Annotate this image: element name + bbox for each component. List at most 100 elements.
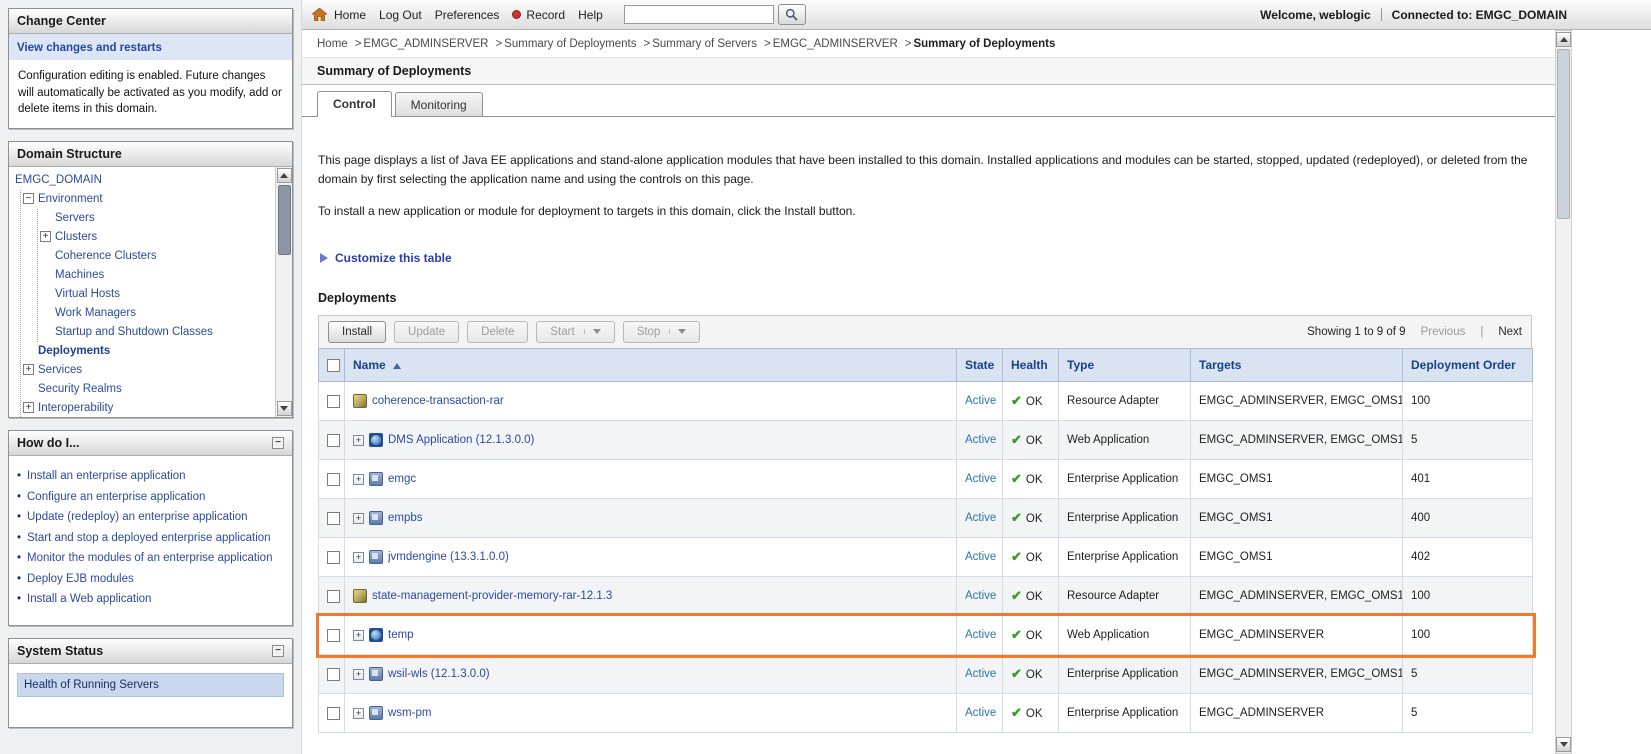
tab-control[interactable]: Control	[317, 91, 392, 117]
expand-arrow-icon[interactable]	[320, 252, 328, 263]
install-button[interactable]: Install	[328, 320, 387, 343]
topbar-link-record[interactable]: Record	[526, 8, 565, 22]
expand-row-icon[interactable]	[353, 668, 364, 680]
list-item: Install a Web application	[15, 592, 284, 608]
expand-row-icon[interactable]	[353, 707, 364, 719]
search-area	[623, 4, 806, 25]
howto-link-install-web-app[interactable]: Install a Web application	[27, 593, 151, 605]
scrollbar-up-button[interactable]	[1556, 32, 1571, 47]
tree-link-emgc-domain[interactable]: EMGC_DOMAIN	[15, 174, 102, 186]
expand-row-icon[interactable]	[353, 551, 364, 563]
howto-link-start-stop-enterprise-app[interactable]: Start and stop a deployed enterprise app…	[27, 532, 271, 544]
topbar-link-preferences[interactable]: Preferences	[435, 8, 500, 22]
row-checkbox[interactable]	[327, 589, 340, 603]
select-all-checkbox[interactable]	[327, 359, 340, 373]
tree-link-clusters[interactable]: Clusters	[55, 231, 97, 243]
expand-row-icon[interactable]	[353, 629, 364, 641]
tree-link-interoperability[interactable]: Interoperability	[38, 402, 113, 414]
deployment-name-link[interactable]: wsm-pm	[388, 707, 431, 719]
expand-row-icon[interactable]	[353, 512, 364, 524]
howto-link-update-enterprise-app[interactable]: Update (redeploy) an enterprise applicat…	[27, 511, 248, 523]
view-changes-link[interactable]: View changes and restarts	[17, 42, 162, 54]
search-button[interactable]	[777, 4, 806, 25]
deployment-name-link[interactable]: emgc	[388, 473, 416, 485]
previous-page-link[interactable]: Previous	[1421, 326, 1466, 338]
deployment-name-link[interactable]: temp	[388, 629, 414, 641]
deployment-name-link[interactable]: state-management-provider-memory-rar-12.…	[372, 590, 612, 602]
delete-button[interactable]: Delete	[467, 320, 529, 343]
breadcrumb-item-adminserver[interactable]: EMGC_ADMINSERVER	[363, 38, 488, 50]
arrow-down-icon	[280, 406, 288, 412]
tree-link-servers[interactable]: Servers	[55, 212, 95, 224]
row-checkbox[interactable]	[327, 511, 340, 525]
plus-box-icon[interactable]	[40, 231, 51, 243]
breadcrumb-item-adminserver-2[interactable]: EMGC_ADMINSERVER	[773, 38, 898, 50]
deployment-name-link[interactable]: jvmdengine (13.3.1.0.0)	[388, 551, 509, 563]
tree-link-deployments[interactable]: Deployments	[38, 345, 110, 357]
search-input[interactable]	[623, 5, 774, 24]
row-checkbox[interactable]	[327, 394, 340, 408]
start-button-label: Start	[550, 325, 575, 338]
expand-row-icon[interactable]	[353, 473, 364, 485]
scrollbar-track[interactable]	[1556, 48, 1571, 736]
start-menu-button[interactable]: Start	[536, 320, 615, 343]
row-checkbox[interactable]	[327, 550, 340, 564]
plus-box-icon[interactable]	[23, 402, 34, 414]
row-checkbox[interactable]	[327, 628, 340, 642]
howto-link-configure-enterprise-app[interactable]: Configure an enterprise application	[27, 491, 205, 503]
tree-link-security-realms[interactable]: Security Realms	[38, 383, 122, 395]
targets-value: EMGC_ADMINSERVER, EMGC_OMS1	[1190, 576, 1403, 617]
highlighted-row-temp: temp Active OK Web Application EMGC_ADMI…	[315, 612, 1536, 658]
row-checkbox[interactable]	[327, 472, 340, 486]
tree-link-work-managers[interactable]: Work Managers	[55, 307, 136, 319]
tree-link-coherence-clusters[interactable]: Coherence Clusters	[55, 250, 157, 262]
update-button[interactable]: Update	[394, 320, 460, 343]
domain-structure-title: Domain Structure	[17, 147, 122, 162]
sort-ascending-icon[interactable]	[392, 362, 401, 369]
collapse-panel-icon[interactable]	[272, 644, 284, 657]
topbar-link-help[interactable]: Help	[578, 8, 603, 22]
deployment-name-link[interactable]: wsil-wls (12.1.3.0.0)	[388, 668, 490, 680]
collapse-panel-icon[interactable]	[272, 437, 284, 450]
scrollbar-thumb[interactable]	[277, 185, 291, 256]
expand-row-icon[interactable]	[353, 434, 364, 446]
scrollbar-down-button[interactable]	[1556, 737, 1571, 752]
breadcrumb-item-summary-servers[interactable]: Summary of Servers	[652, 38, 757, 50]
howto-link-deploy-ejb-modules[interactable]: Deploy EJB modules	[27, 573, 134, 585]
customize-table-link[interactable]: Customize this table	[335, 251, 452, 265]
tree-link-machines[interactable]: Machines	[55, 269, 104, 281]
topbar-link-home[interactable]: Home	[334, 8, 366, 22]
howto-link-install-enterprise-app[interactable]: Install an enterprise application	[27, 470, 186, 482]
row-checkbox[interactable]	[327, 667, 340, 681]
scrollbar-down-button[interactable]	[276, 401, 292, 417]
list-item: Install an enterprise application	[15, 469, 284, 485]
scrollbar-up-button[interactable]	[276, 168, 292, 184]
state-value: Active	[965, 590, 997, 603]
tree-link-virtual-hosts[interactable]: Virtual Hosts	[55, 288, 120, 300]
list-item: Configure an enterprise application	[15, 490, 284, 506]
howto-link-monitor-modules[interactable]: Monitor the modules of an enterprise app…	[27, 552, 272, 564]
breadcrumb-item-home[interactable]: Home	[317, 38, 348, 50]
tree-item-clusters: Clusters	[40, 228, 273, 247]
tree-item-environment: Environment	[23, 190, 273, 209]
row-checkbox[interactable]	[327, 706, 340, 720]
deployment-name-link[interactable]: empbs	[388, 512, 423, 524]
tree-link-startup-shutdown-classes[interactable]: Startup and Shutdown Classes	[55, 326, 213, 338]
plus-box-icon[interactable]	[23, 364, 34, 376]
scrollbar-thumb[interactable]	[1557, 49, 1570, 219]
tree-link-services[interactable]: Services	[38, 364, 82, 376]
scrollbar-track[interactable]	[277, 184, 292, 400]
tab-monitoring[interactable]: Monitoring	[394, 92, 483, 116]
stop-menu-button[interactable]: Stop	[622, 320, 701, 343]
deployment-name-link[interactable]: coherence-transaction-rar	[372, 395, 504, 407]
customize-table-control: Customize this table	[320, 251, 1537, 265]
list-item: Start and stop a deployed enterprise app…	[15, 531, 284, 547]
minus-box-icon[interactable]	[23, 193, 34, 205]
row-checkbox[interactable]	[327, 433, 340, 447]
next-page-link[interactable]: Next	[1498, 326, 1522, 338]
breadcrumb-item-summary-deployments[interactable]: Summary of Deployments	[504, 38, 636, 50]
topbar-link-logout[interactable]: Log Out	[379, 8, 422, 22]
how-do-i-header: How do I...	[9, 431, 292, 457]
tree-link-environment[interactable]: Environment	[38, 193, 103, 205]
deployment-name-link[interactable]: DMS Application (12.1.3.0.0)	[388, 434, 534, 446]
